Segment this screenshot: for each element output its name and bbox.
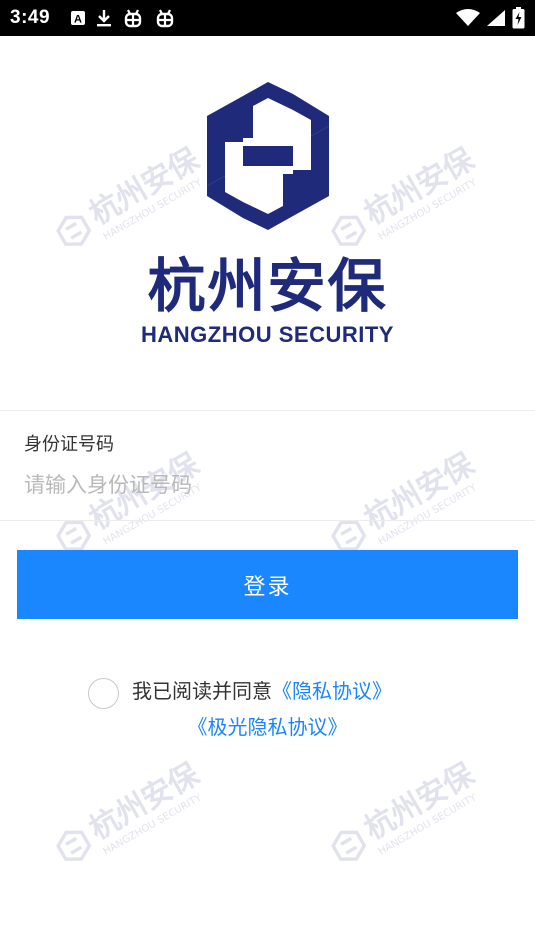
divider [0,520,535,521]
font-a-icon: A [70,10,86,26]
watermark: 杭州安保 HANGZHOU SECURITY [320,440,486,568]
id-number-input[interactable] [24,468,514,502]
agreement-prefix: 我已阅读并同意 [132,679,272,703]
download-icon [96,9,112,27]
signal-icon [486,9,506,27]
hs-logo-icon [206,82,329,230]
watermark: 杭州安保 HANGZHOU SECURITY [320,750,486,878]
brand-logo: 杭州安保 HANGZHOU SECURITY [0,80,535,348]
agreement-text: 我已阅读并同意《隐私协议》 [132,675,392,704]
watermark: 杭州安保 HANGZHOU SECURITY [45,750,211,878]
status-bar: 3:49 A [0,0,535,36]
watermark: 杭州安保 HANGZHOU SECURITY [45,440,211,568]
notification-icons: A [70,8,176,28]
jiguang-privacy-link[interactable]: 《极光隐私协议》 [0,711,535,740]
brand-name-cn: 杭州安保 [147,252,388,320]
system-icons [456,0,525,36]
divider [0,410,535,411]
status-time: 3:49 [10,7,51,28]
agree-checkbox[interactable] [88,678,119,709]
privacy-policy-link[interactable]: 《隐私协议》 [272,679,392,703]
bug-icon [122,8,144,28]
svg-text:A: A [74,14,82,26]
brand-name-en: HANGZHOU SECURITY [141,322,394,347]
bug-icon [154,8,176,28]
wifi-icon [456,9,480,27]
login-button[interactable]: 登录 [17,550,518,619]
id-number-label: 身份证号码 [24,434,114,455]
battery-charging-icon [512,7,525,29]
